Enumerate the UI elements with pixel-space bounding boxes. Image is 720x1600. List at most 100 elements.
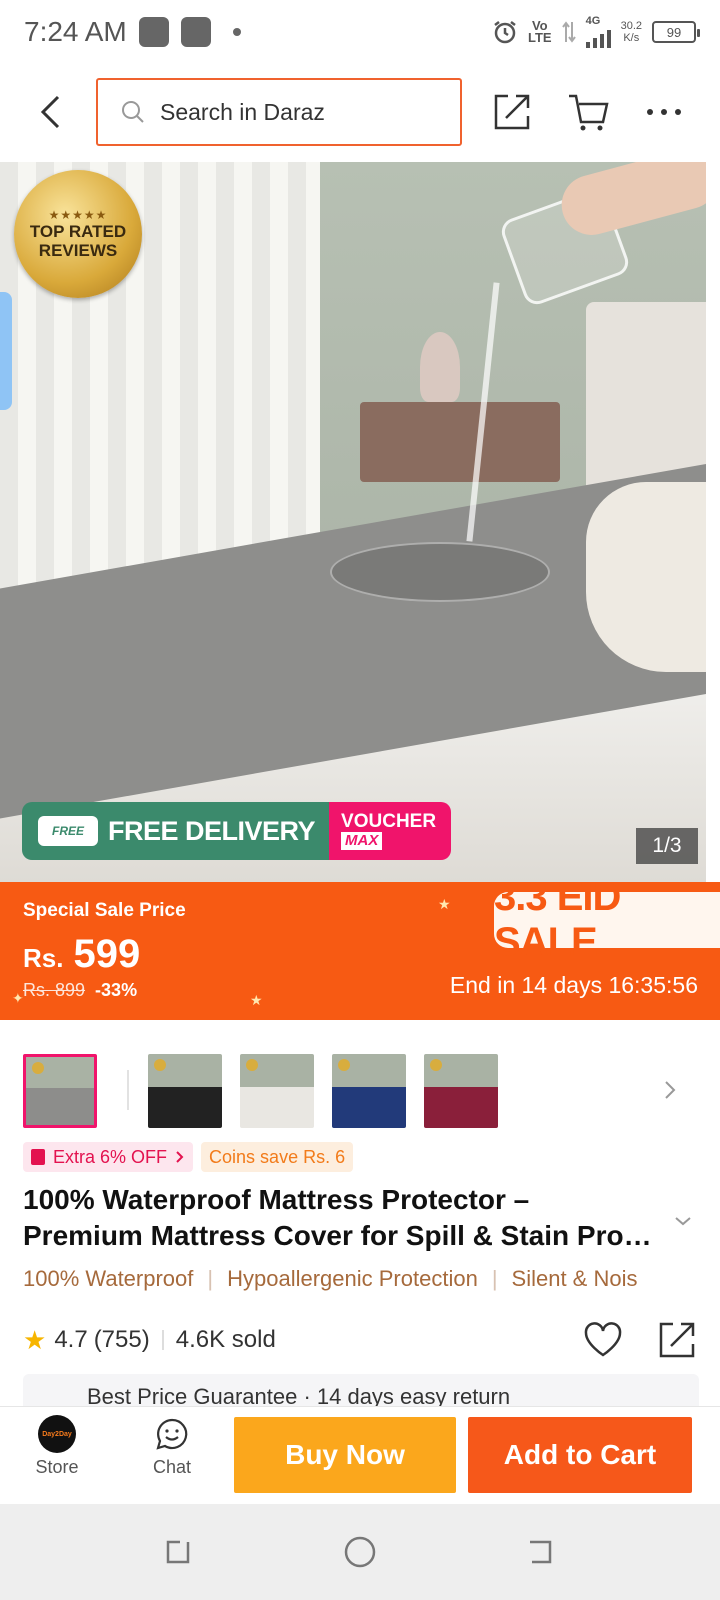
variant-thumbnail-maroon[interactable] [424, 1054, 498, 1128]
free-tag: FREE [51, 824, 84, 838]
chevron-right-icon [665, 1081, 676, 1099]
product-image-carousel[interactable]: ★★★★★ TOP RATED REVIEWS FREE FREE DELIVE… [0, 162, 706, 882]
highlight-separator: | [207, 1266, 214, 1291]
store-button[interactable]: Day2Day Store [17, 1415, 97, 1478]
rating-row: ★ 4.7 (755) 4.6K sold [23, 1318, 699, 1362]
rating-value[interactable]: 4.7 [54, 1326, 87, 1354]
thumb-badge-icon [32, 1062, 44, 1074]
search-icon [122, 101, 144, 123]
thumb-badge-icon [430, 1059, 442, 1071]
chat-button[interactable]: Chat [132, 1415, 212, 1478]
thumb-bed [424, 1087, 498, 1128]
bottom-action-bar: Day2Day Store Chat Buy Now Add to Cart [0, 1406, 720, 1504]
top-nav: Search in Daraz [0, 64, 720, 160]
search-input[interactable]: Search in Daraz [96, 78, 462, 146]
share-icon [494, 94, 530, 130]
variant-thumbnail-black[interactable] [148, 1054, 222, 1128]
chevron-down-icon [675, 1217, 691, 1226]
notification-icon [180, 17, 211, 47]
add-to-cart-button[interactable]: Add to Cart [468, 1417, 692, 1493]
thumb-bed [240, 1087, 314, 1128]
thumb-badge-icon [338, 1059, 350, 1071]
thumbnail-divider [127, 1070, 129, 1110]
store-label: Store [35, 1457, 79, 1477]
network-speed: 30.2 K/s [621, 20, 642, 44]
product-title-line-1: 100% Waterproof Mattress Protector – [23, 1184, 530, 1215]
more-notifications-icon [232, 28, 241, 36]
network-type: 4G [585, 15, 601, 27]
share-product-button[interactable] [655, 1318, 699, 1362]
free-delivery-badge: FREE FREE DELIVERY [22, 802, 330, 860]
coins-text: Coins save Rs. 6 [209, 1146, 346, 1167]
image-nightstand [360, 402, 560, 482]
free-delivery-text: FREE DELIVERY [108, 815, 316, 846]
heart-icon [584, 1322, 622, 1357]
thumb-badge-icon [154, 1059, 166, 1071]
cart-button[interactable] [558, 82, 618, 142]
image-vase [420, 332, 460, 402]
truck-icon: FREE [38, 816, 98, 846]
home-button[interactable] [340, 1532, 380, 1572]
side-drawer-handle[interactable] [0, 292, 12, 410]
image-water-puddle [330, 542, 550, 602]
search-placeholder: Search in Daraz [160, 98, 325, 125]
image-counter: 1/3 [636, 828, 698, 864]
more-button[interactable] [634, 82, 694, 142]
badge-line-1: TOP RATED [29, 222, 127, 241]
wishlist-button[interactable] [581, 1318, 625, 1362]
highlight-item: Hypoallergenic Protection [227, 1266, 478, 1291]
rating-divider [161, 1330, 164, 1350]
sale-countdown: End in 14 days 16:35:56 [449, 972, 698, 998]
original-price-row: Rs. 899 -33% [23, 980, 137, 1001]
chat-label: Chat [152, 1457, 192, 1477]
cart-icon [569, 94, 609, 131]
discount-percent: -33% [95, 980, 138, 1000]
price-currency: Rs. [23, 943, 64, 973]
volte-bottom: LTE [527, 30, 552, 45]
voucher-line-2: MAX [341, 832, 383, 850]
top-rated-badge: ★★★★★ TOP RATED REVIEWS [14, 170, 142, 298]
badge-line-2: REVIEWS [38, 241, 118, 260]
back-button[interactable] [20, 82, 80, 142]
store-logo-text: Day2Day [42, 1430, 72, 1438]
special-sale-label: Special Sale Price [23, 900, 186, 921]
status-bar: 7:24 AM Vo LTE 4G 30.2 K/s 99 [0, 0, 720, 64]
recents-button[interactable] [158, 1532, 198, 1572]
guarantee-row[interactable]: Best Price Guarantee · 14 days easy retu… [23, 1374, 699, 1408]
promo-banner: FREE FREE DELIVERY VOUCHER MAX [22, 802, 452, 860]
voucher-icon [31, 1149, 45, 1165]
data-arrows-icon [561, 21, 576, 43]
extra-off-text: Extra 6% OFF [53, 1146, 168, 1167]
buy-now-button[interactable]: Buy Now [234, 1417, 456, 1493]
chevron-right-icon [176, 1151, 184, 1163]
share-icon [659, 1322, 695, 1358]
store-logo: Day2Day [38, 1415, 76, 1453]
battery-icon: 99 [652, 21, 700, 43]
thumbnails-next-button[interactable] [650, 1070, 690, 1110]
voucher-max-badge: VOUCHER MAX [329, 802, 452, 860]
thumb-badge-icon [246, 1059, 258, 1071]
system-navigation-bar [0, 1504, 720, 1600]
variant-thumbnail-navy[interactable] [332, 1054, 406, 1128]
variant-thumbnail-white[interactable] [240, 1054, 314, 1128]
status-indicators: Vo LTE 4G 30.2 K/s 99 [492, 15, 700, 48]
product-title: 100% Waterproof Mattress Protector – Pre… [23, 1182, 663, 1254]
sold-count: 4.6K sold [175, 1326, 276, 1353]
highlight-item: 100% Waterproof [23, 1266, 194, 1291]
badge-stars: ★★★★★ [48, 208, 108, 222]
title-expand-button[interactable] [668, 1206, 698, 1236]
speed-value: 30.2 [620, 20, 642, 32]
variant-thumbnail-grey[interactable] [23, 1054, 97, 1128]
product-title-line-2: Premium Mattress Cover for Spill & Stain… [23, 1220, 652, 1251]
sale-price: Rs. 599 [23, 932, 140, 977]
back-system-button[interactable] [520, 1532, 560, 1572]
more-icon [647, 109, 681, 115]
coins-chip[interactable]: Coins save Rs. 6 [201, 1142, 354, 1172]
review-count[interactable]: (755) [94, 1326, 150, 1354]
sparkle-icon: ✦ [12, 990, 24, 1006]
highlight-item: Silent & Nois [511, 1266, 638, 1291]
chat-icon [153, 1415, 191, 1453]
original-price: Rs. 899 [23, 980, 86, 1000]
share-button[interactable] [482, 82, 542, 142]
extra-off-chip[interactable]: Extra 6% OFF [23, 1142, 194, 1172]
